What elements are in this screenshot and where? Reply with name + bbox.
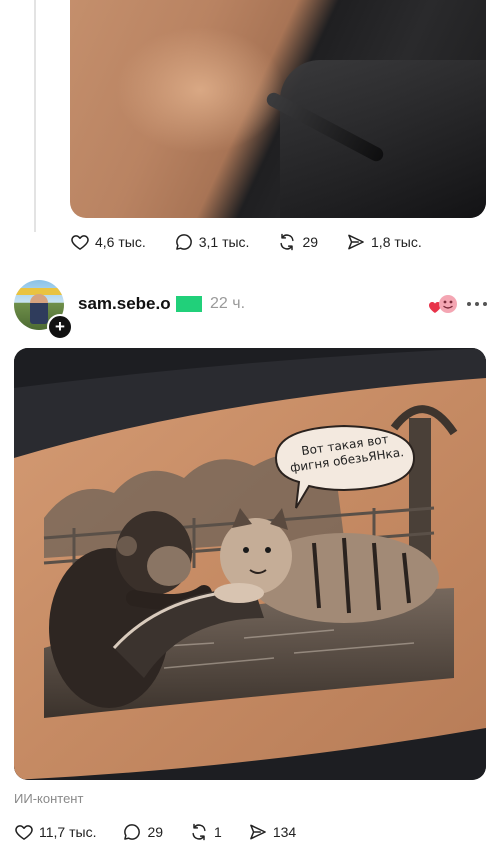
image-region bbox=[280, 60, 486, 218]
post-time: 22 ч. bbox=[210, 295, 246, 312]
reposts-count: 29 bbox=[302, 234, 319, 250]
reaction-icon[interactable] bbox=[428, 293, 458, 317]
repost-icon bbox=[280, 233, 295, 251]
follow-button[interactable]: + bbox=[47, 314, 73, 340]
comment-icon bbox=[124, 824, 141, 840]
share-icon bbox=[348, 234, 364, 250]
share-button[interactable]: 1,8 тыс. bbox=[346, 232, 422, 252]
username[interactable]: sam.sebe.o bbox=[78, 294, 171, 314]
post-actions: 4,6 тыс. 3,1 тыс. 29 1,8 тыс. bbox=[70, 232, 450, 252]
comment-button[interactable]: 29 bbox=[122, 822, 163, 842]
share-button[interactable]: 134 bbox=[248, 822, 296, 842]
plus-icon: + bbox=[55, 317, 65, 336]
thread-line bbox=[34, 0, 36, 232]
heart-icon bbox=[15, 825, 33, 840]
repost-button[interactable]: 1 bbox=[189, 822, 222, 842]
shares-count: 1,8 тыс. bbox=[371, 234, 422, 250]
tattoo-illustration bbox=[14, 348, 486, 780]
post-image[interactable]: Вот такая вот фигня обезьЯНка. bbox=[14, 348, 486, 780]
post-image[interactable] bbox=[70, 0, 486, 218]
repost-icon bbox=[192, 823, 206, 841]
like-button[interactable]: 11,7 тыс. bbox=[14, 822, 96, 842]
post-actions: 11,7 тыс. 29 1 134 bbox=[14, 822, 322, 842]
avatar-detail bbox=[30, 294, 48, 324]
comments-count: 29 bbox=[147, 824, 164, 840]
likes-count: 11,7 тыс. bbox=[39, 824, 97, 840]
heart-icon bbox=[71, 235, 89, 250]
like-button[interactable]: 4,6 тыс. bbox=[70, 232, 146, 252]
comment-button[interactable]: 3,1 тыс. bbox=[174, 232, 250, 252]
censor-overlay bbox=[176, 296, 202, 312]
comment-icon bbox=[175, 234, 192, 250]
comments-count: 3,1 тыс. bbox=[198, 234, 250, 250]
repost-button[interactable]: 29 bbox=[277, 232, 318, 252]
ai-content-label[interactable]: ИИ-контент bbox=[14, 791, 83, 806]
reposts-count: 1 bbox=[214, 824, 222, 840]
likes-count: 4,6 тыс. bbox=[95, 234, 146, 250]
more-icon[interactable] bbox=[466, 300, 488, 308]
share-icon bbox=[250, 824, 266, 840]
shares-count: 134 bbox=[272, 824, 297, 840]
